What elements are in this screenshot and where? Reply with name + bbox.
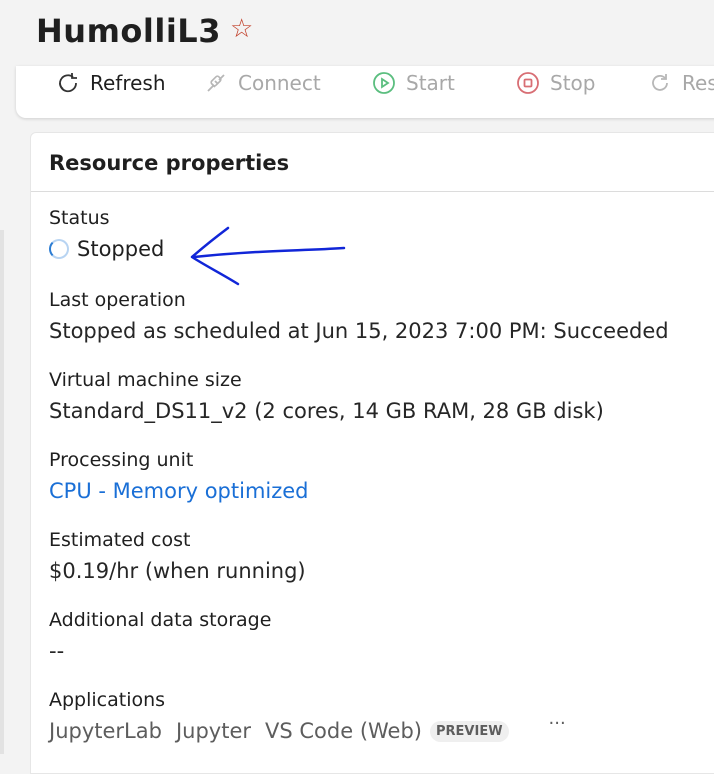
- applications-list: JupyterLab Jupyter VS Code (Web) PREVIEW…: [49, 713, 566, 744]
- estimated-cost-value: $0.19/hr (when running): [49, 559, 306, 583]
- last-operation-label: Last operation: [49, 289, 186, 311]
- preview-badge: PREVIEW: [430, 720, 509, 742]
- last-operation-value: Stopped as scheduled at Jun 15, 2023 7:0…: [49, 319, 669, 343]
- refresh-label: Refresh: [90, 71, 166, 95]
- restart-icon: [648, 71, 672, 95]
- stop-button[interactable]: Stop: [516, 66, 595, 100]
- card-title: Resource properties: [49, 151, 290, 175]
- status-label: Status: [49, 207, 110, 229]
- status-value: Stopped: [77, 237, 165, 261]
- restart-button[interactable]: Res: [648, 66, 714, 100]
- vm-size-label: Virtual machine size: [49, 369, 242, 391]
- connect-icon: [204, 71, 228, 95]
- stop-label: Stop: [550, 71, 596, 95]
- refresh-icon: [56, 71, 80, 95]
- status-spinner-icon: [49, 239, 69, 259]
- app-vscode-web-link[interactable]: VS Code (Web): [265, 719, 422, 743]
- stop-icon: [516, 71, 540, 95]
- vm-size-value: Standard_DS11_v2 (2 cores, 14 GB RAM, 28…: [49, 399, 604, 423]
- applications-label: Applications: [49, 689, 166, 711]
- page-title: HumolliL3: [36, 12, 221, 50]
- processing-unit-link[interactable]: CPU - Memory optimized: [49, 479, 309, 503]
- connect-button[interactable]: Connect: [204, 66, 321, 100]
- app-jupyterlab-link[interactable]: JupyterLab: [49, 719, 162, 743]
- restart-label: Res: [682, 71, 714, 95]
- more-apps-button[interactable]: ···: [549, 713, 566, 734]
- status-row: Stopped: [49, 237, 164, 261]
- connect-label: Connect: [238, 71, 321, 95]
- processing-unit-label: Processing unit: [49, 449, 194, 471]
- start-label: Start: [406, 71, 455, 95]
- star-icon[interactable]: ☆: [230, 14, 253, 44]
- left-edge-strip: [0, 230, 4, 754]
- refresh-button[interactable]: Refresh: [56, 66, 166, 100]
- play-icon: [372, 71, 396, 95]
- start-button[interactable]: Start: [372, 66, 455, 100]
- additional-storage-label: Additional data storage: [49, 609, 272, 631]
- additional-storage-value: --: [49, 639, 65, 663]
- card-divider: [31, 191, 714, 192]
- app-jupyter-link[interactable]: Jupyter: [176, 719, 251, 743]
- estimated-cost-label: Estimated cost: [49, 529, 191, 551]
- command-bar: Refresh Connect Start Stop Res: [16, 66, 714, 118]
- resource-properties-card: Resource properties Status Stopped Last …: [30, 132, 714, 774]
